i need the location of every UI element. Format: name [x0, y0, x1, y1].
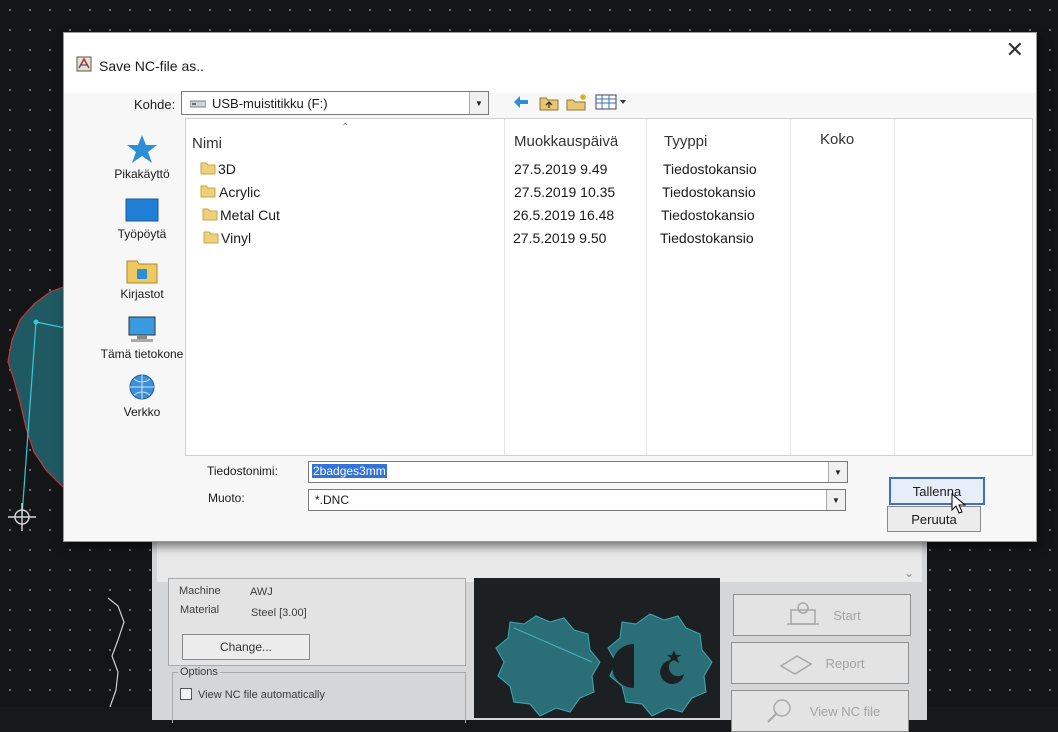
folder-icon [200, 162, 216, 175]
file-type: Tiedostokansio [661, 207, 755, 223]
machine-value: AWJ [250, 586, 273, 598]
file-modified: 27.5.2019 10.35 [514, 184, 616, 200]
save-dialog: Save NC-file as.. ✕ Kohde: USB-muistitik… [64, 33, 1036, 541]
view-menu-icon[interactable] [595, 93, 629, 111]
chevron-down-icon[interactable]: ▼ [828, 462, 847, 482]
filename-value: 2badges3mm [312, 464, 387, 478]
chevron-down-icon[interactable]: ⌄ [904, 566, 914, 580]
part-outline [107, 597, 125, 707]
file-modified: 27.5.2019 9.49 [514, 161, 608, 177]
libraries-icon [126, 260, 158, 284]
badge-shape [495, 615, 601, 717]
file-modified: 27.5.2019 9.50 [513, 230, 607, 246]
place-label: Pikakäyttö [114, 167, 170, 181]
column-header-size[interactable]: Koko [820, 131, 854, 148]
look-in-label: Kohde: [134, 97, 176, 112]
place-libraries[interactable]: Kirjastot [92, 255, 192, 301]
file-type: Tiedostokansio [660, 230, 754, 246]
sort-ascending-icon: ⌃ [341, 122, 350, 133]
options-title: Options [178, 666, 220, 678]
look-in-combo[interactable]: USB-muistitikku (F:) ▼ [181, 91, 489, 115]
file-name: Acrylic [219, 184, 261, 200]
place-label: Verkko [123, 405, 161, 419]
column-header-name[interactable]: Nimi [192, 135, 222, 152]
place-label: Työpöytä [117, 227, 167, 241]
column-header-modified[interactable]: Muokkauspäivä [514, 133, 618, 150]
magnifier-icon [767, 699, 791, 723]
report-label: Report [825, 655, 865, 671]
change-button[interactable]: Change... [182, 634, 310, 660]
save-button[interactable]: Tallenna [889, 477, 985, 505]
material-value: Steel [3.00] [251, 607, 307, 619]
star-icon [127, 135, 157, 163]
app-icon [76, 56, 92, 72]
up-folder-icon[interactable] [539, 93, 559, 111]
file-row[interactable]: 3D 27.5.2019 9.49 Tiedostokansio [186, 158, 1032, 180]
file-name: 3D [218, 161, 236, 177]
filetype-label: Muoto: [208, 491, 245, 505]
view-nc-checkbox[interactable] [180, 688, 192, 700]
back-icon[interactable] [512, 93, 530, 111]
file-modified: 26.5.2019 16.48 [513, 207, 615, 223]
file-row[interactable]: Acrylic 27.5.2019 10.35 Tiedostokansio [186, 181, 1032, 203]
file-row[interactable]: Vinyl 27.5.2019 9.50 Tiedostokansio [186, 227, 1032, 249]
file-name: Metal Cut [220, 207, 280, 223]
folder-icon [200, 185, 216, 198]
filename-field[interactable]: 2badges3mm ▼ [308, 461, 848, 483]
close-icon[interactable]: ✕ [1006, 39, 1024, 61]
look-in-value: USB-muistitikku (F:) [212, 96, 328, 111]
file-type: Tiedostokansio [663, 161, 757, 177]
start-button[interactable]: Start [733, 594, 911, 636]
chevron-down-icon[interactable]: ▼ [469, 92, 488, 114]
mouse-cursor-icon [951, 493, 967, 514]
origin-crosshair-icon [8, 503, 36, 531]
usb-drive-icon [190, 100, 206, 108]
column-header-type[interactable]: Tyyppi [664, 133, 707, 150]
filetype-select[interactable]: *.DNC ▼ [308, 489, 846, 511]
view-nc-button[interactable]: View NC file [731, 690, 909, 732]
preview-drawing [495, 613, 713, 717]
filetype-value: *.DNC [315, 493, 350, 507]
report-button[interactable]: Report [731, 642, 909, 684]
network-icon [129, 374, 155, 400]
dialog-title: Save NC-file as.. [99, 58, 205, 74]
computer-icon [128, 316, 156, 342]
place-label: Kirjastot [120, 287, 164, 301]
report-icon [780, 655, 813, 675]
chevron-down-icon[interactable]: ▼ [826, 490, 845, 510]
view-nc-button-label: View NC file [809, 703, 881, 719]
part-preview [474, 578, 720, 718]
place-quick-access[interactable]: Pikakäyttö [92, 133, 192, 181]
file-row[interactable]: Metal Cut 26.5.2019 16.48 Tiedostokansio [186, 204, 1032, 226]
folder-icon [203, 231, 219, 244]
view-nc-label: View NC file automatically [198, 689, 325, 701]
machine-icon [787, 602, 820, 625]
file-name: Vinyl [221, 230, 252, 246]
file-type: Tiedostokansio [662, 184, 756, 200]
start-label: Start [833, 607, 861, 623]
material-label: Material [180, 604, 220, 616]
desktop-icon [125, 198, 159, 222]
filename-label: Tiedostonimi: [207, 464, 278, 478]
machine-label: Machine [179, 585, 221, 597]
new-folder-icon[interactable] [566, 93, 588, 111]
file-list[interactable]: ⌃ Nimi Muokkauspäivä Tyyppi Koko 3D 27.5… [185, 118, 1033, 456]
place-label: Tämä tietokone [100, 347, 184, 361]
place-this-pc[interactable]: Tämä tietokone [92, 315, 192, 361]
place-network[interactable]: Verkko [92, 373, 192, 419]
place-desktop[interactable]: Työpöytä [92, 197, 192, 241]
title-bar[interactable]: Save NC-file as.. ✕ [64, 33, 1036, 93]
folder-icon [202, 208, 218, 221]
